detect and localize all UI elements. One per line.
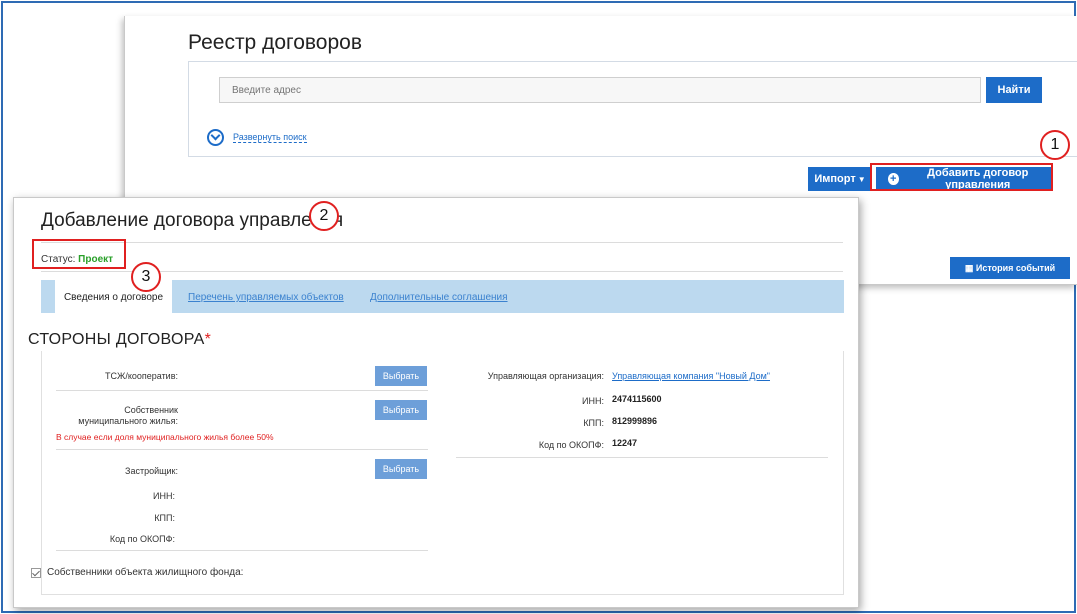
divider [456,457,828,458]
annotation-badge-3: 3 [131,262,161,292]
event-history-button[interactable]: ▦ История событий [950,257,1070,279]
developer-okopf-label: Код по ОКОПФ: [109,534,175,544]
owners-checkbox-row[interactable]: Собственники объекта жилищного фонда: [31,567,243,578]
annotation-box-add-button [870,163,1053,191]
developer-inn-label: ИНН: [153,491,175,501]
divider [56,449,428,450]
caret-down-icon: ▼ [857,175,866,184]
org-inn-label: ИНН: [582,396,604,406]
org-okopf-value: 12247 [612,438,638,448]
checkbox-icon[interactable] [31,567,41,578]
developer-label: Застройщик: [125,466,178,476]
org-inn-value: 2474115600 [612,394,662,404]
annotation-box-status [32,239,126,269]
registry-title: Реестр договоров [188,31,362,54]
owner-label-line1: Собственник [124,405,178,415]
org-link[interactable]: Управляющая компания "Новый Дом" [612,371,770,381]
expand-search-row[interactable]: Развернуть поиск [207,129,307,146]
history-label: История событий [975,262,1056,273]
choose-owner-button[interactable]: Выбрать [375,400,427,420]
annotation-badge-1: 1 [1040,130,1070,160]
divider [41,242,843,243]
annotation-badge-2: 2 [309,201,339,231]
address-search-input[interactable] [219,77,981,103]
add-contract-window: Добавление договора управления Статус: П… [13,197,859,608]
org-label: Управляющая организация: [487,371,604,381]
choose-hoa-button[interactable]: Выбрать [375,366,427,386]
required-mark: * [204,331,212,348]
search-panel: Найти Развернуть поиск [188,61,1077,157]
divider [56,550,428,551]
import-label: Импорт [814,173,856,185]
find-button[interactable]: Найти [986,77,1042,103]
contract-sides-title: СТОРОНЫ ДОГОВОРА* [28,331,211,349]
sides-title-text: СТОРОНЫ ДОГОВОРА [28,331,205,348]
org-okopf-label: Код по ОКОПФ: [538,440,604,450]
hoa-label: ТСЖ/кооператив: [105,371,178,381]
org-kpp-label: КПП: [583,418,604,428]
chevron-down-circle-icon[interactable] [207,129,224,146]
tab-additional-agreements[interactable]: Дополнительные соглашения [370,280,508,313]
org-kpp-value: 812999896 [612,416,658,426]
owner-note: В случае если доля муниципального жилья … [56,432,274,442]
developer-kpp-label: КПП: [154,513,175,523]
divider [56,390,428,391]
import-button[interactable]: Импорт ▼ [808,167,872,191]
expand-search-link[interactable]: Развернуть поиск [233,132,307,143]
form-title: Добавление договора управления [41,210,344,231]
tab-managed-objects[interactable]: Перечень управляемых объектов [188,280,344,313]
choose-developer-button[interactable]: Выбрать [375,459,427,479]
tabs-bar: Сведения о договоре Перечень управляемых… [41,280,844,313]
divider [41,271,843,272]
owners-checkbox-label: Собственники объекта жилищного фонда: [47,567,244,578]
owner-label-line2: муниципального жилья: [78,416,178,426]
